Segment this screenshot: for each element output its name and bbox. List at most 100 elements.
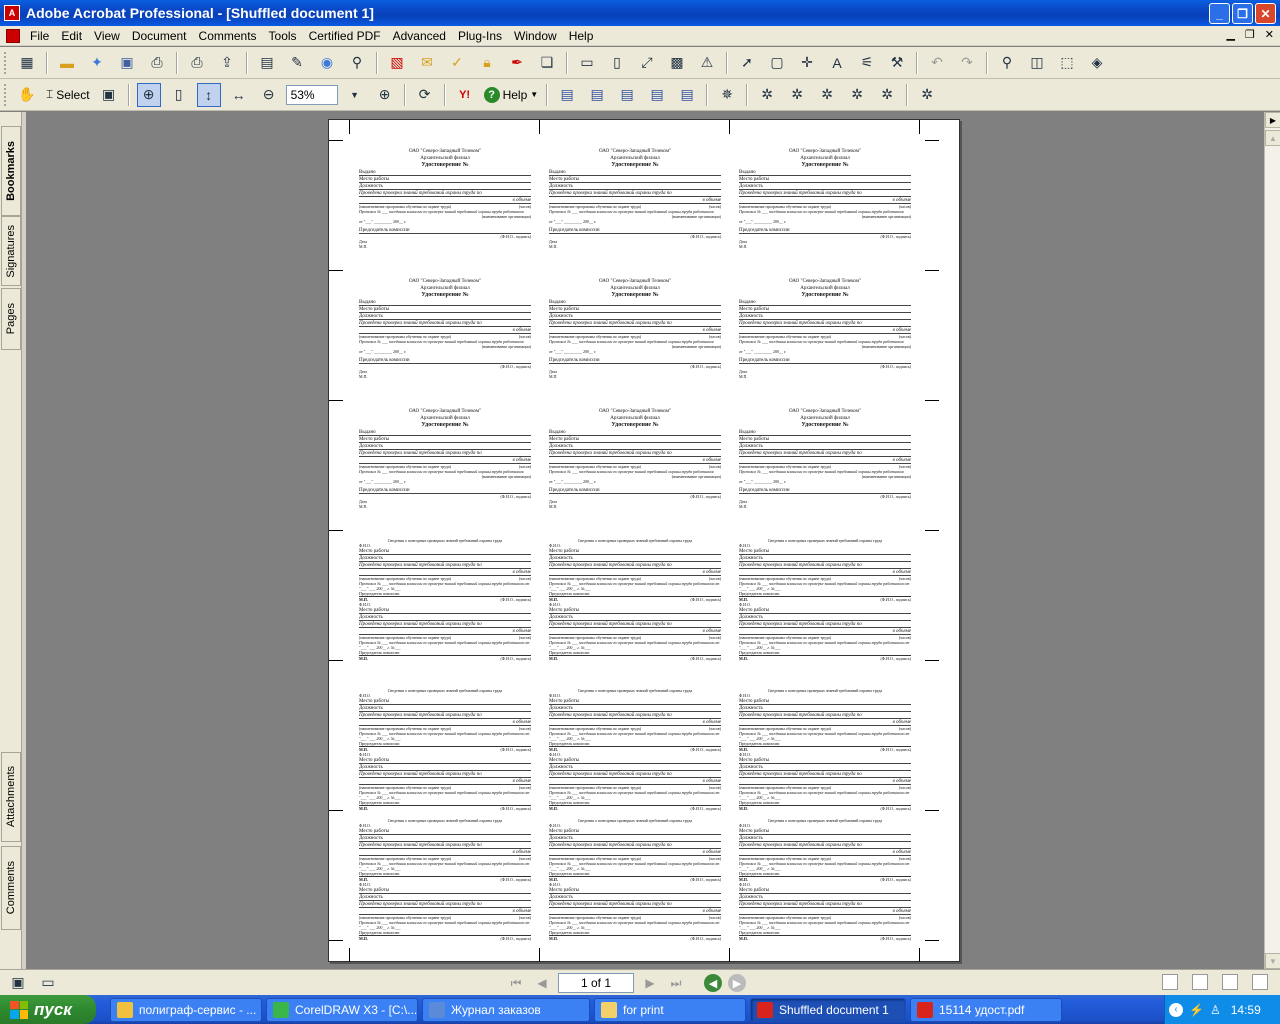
- menu-advanced[interactable]: Advanced: [387, 29, 452, 43]
- last-page-icon[interactable]: ⏭: [666, 973, 686, 993]
- create-pdf-icon[interactable]: ▦: [15, 51, 39, 75]
- menu-file[interactable]: File: [24, 29, 55, 43]
- layers-icon[interactable]: ◫: [1025, 51, 1049, 75]
- document-icon[interactable]: ▤: [255, 51, 279, 75]
- page-size-icon[interactable]: ▣: [6, 971, 30, 995]
- actual-size-icon[interactable]: ▯: [167, 83, 191, 107]
- organizer-icon[interactable]: ✦: [85, 51, 109, 75]
- create-from-file-icon[interactable]: ▧: [385, 51, 409, 75]
- taskbar-task[interactable]: полиграф-сервис - ...: [110, 997, 262, 1022]
- preflight-icon[interactable]: ◈: [1085, 51, 1109, 75]
- save-icon[interactable]: ▣: [115, 51, 139, 75]
- maximize-button[interactable]: ❐: [1232, 3, 1253, 24]
- warning-icon[interactable]: ⚠: [695, 51, 719, 75]
- user-icon[interactable]: ♙: [1210, 1003, 1221, 1017]
- rotate-page-icon[interactable]: ⟳: [413, 83, 437, 107]
- minimize-button[interactable]: _: [1209, 3, 1230, 24]
- scroll-down-icon[interactable]: ▼: [1265, 953, 1280, 969]
- email-icon[interactable]: ◉: [315, 51, 339, 75]
- menu-document[interactable]: Document: [126, 29, 193, 43]
- pdf-page-3-icon[interactable]: ▤: [615, 83, 639, 107]
- undo-icon[interactable]: ↶: [925, 51, 949, 75]
- menu-plug-ins[interactable]: Plug-Ins: [452, 29, 508, 43]
- arrow-tool-icon[interactable]: ➚: [735, 51, 759, 75]
- taskbar-task[interactable]: Shuffled document 1: [750, 997, 906, 1022]
- menu-view[interactable]: View: [88, 29, 126, 43]
- acrobat-app-icon[interactable]: A: [4, 5, 20, 21]
- page-number-field[interactable]: 1 of 1: [558, 973, 634, 993]
- toolbar-grip[interactable]: [4, 83, 8, 106]
- vertical-scrollbar[interactable]: ▶ ▲ ▼: [1264, 112, 1280, 969]
- review-icon[interactable]: ✉: [415, 51, 439, 75]
- next-view-icon[interactable]: ▶: [728, 974, 746, 992]
- select-tool-button[interactable]: ⌶ Select: [42, 87, 94, 102]
- previous-view-icon[interactable]: ◀: [704, 974, 722, 992]
- plugin-1-icon[interactable]: ✲: [755, 83, 779, 107]
- taskbar-task[interactable]: CorelDRAW X3 - [C:\...: [266, 997, 418, 1022]
- start-button[interactable]: пуск: [0, 995, 96, 1024]
- tab-bookmarks[interactable]: Bookmarks: [1, 126, 21, 216]
- page-icon[interactable]: ▯: [605, 51, 629, 75]
- taskbar-task[interactable]: 15114 удост.pdf: [910, 997, 1062, 1022]
- find-icon[interactable]: ⚲: [345, 51, 369, 75]
- snapshot-icon[interactable]: ▣: [97, 83, 121, 107]
- next-page-icon[interactable]: ▶: [640, 973, 660, 993]
- fit-page-icon[interactable]: ↕: [196, 82, 221, 107]
- doc-restore-icon[interactable]: ❐: [1245, 28, 1255, 41]
- menu-edit[interactable]: Edit: [55, 29, 88, 43]
- zoom-plus-icon[interactable]: ⊕: [373, 83, 397, 107]
- menu-certified-pdf[interactable]: Certified PDF: [303, 29, 387, 43]
- page-thumb-icon[interactable]: ▭: [36, 971, 60, 995]
- document-menu-icon[interactable]: [6, 28, 20, 43]
- fit-icon[interactable]: ⤢: [635, 51, 659, 75]
- toolbar-grip[interactable]: [4, 51, 8, 74]
- plugin-6-icon[interactable]: ✲: [915, 83, 939, 107]
- search-doc-icon[interactable]: ⚲: [995, 51, 1019, 75]
- pdf-page-1-icon[interactable]: ▤: [555, 83, 579, 107]
- tab-comments[interactable]: Comments: [1, 846, 21, 930]
- measure-icon[interactable]: ⚟: [855, 51, 879, 75]
- redo-icon[interactable]: ↷: [955, 51, 979, 75]
- menu-comments[interactable]: Comments: [193, 29, 263, 43]
- taskbar-task[interactable]: Журнал заказов: [422, 997, 590, 1022]
- tray-expand-icon[interactable]: ‹: [1169, 1002, 1183, 1017]
- sign-pen-icon[interactable]: ✒: [505, 51, 529, 75]
- doc-close-icon[interactable]: ✕: [1265, 28, 1274, 41]
- help-button[interactable]: ? Help ▼: [480, 86, 543, 103]
- pdf-page-2-icon[interactable]: ▤: [585, 83, 609, 107]
- tab-attachments[interactable]: Attachments: [1, 752, 21, 842]
- doc-minimize-icon[interactable]: ▁: [1226, 28, 1234, 41]
- facing-layout-icon[interactable]: [1222, 974, 1238, 990]
- yahoo-icon[interactable]: Y!: [453, 83, 477, 107]
- print-preview-icon[interactable]: ⎙: [185, 51, 209, 75]
- pages-icon[interactable]: ❏: [535, 51, 559, 75]
- menu-tools[interactable]: Tools: [263, 29, 303, 43]
- plugin-5-icon[interactable]: ✲: [875, 83, 899, 107]
- hand-tool-icon[interactable]: ✋: [15, 83, 39, 107]
- open-folder-icon[interactable]: ▬: [55, 51, 79, 75]
- attach-icon[interactable]: ✎: [285, 51, 309, 75]
- tab-signatures[interactable]: Signatures: [1, 216, 21, 286]
- menu-window[interactable]: Window: [508, 29, 563, 43]
- checker-icon[interactable]: ▩: [665, 51, 689, 75]
- close-button[interactable]: ✕: [1255, 3, 1276, 24]
- zoom-out-icon[interactable]: ⊖: [257, 83, 281, 107]
- zoom-dropdown-icon[interactable]: ▼: [343, 83, 367, 107]
- tab-pages[interactable]: Pages: [1, 288, 21, 350]
- pdf-page-4-icon[interactable]: ▤: [645, 83, 669, 107]
- crop-icon[interactable]: ⬚: [1055, 51, 1079, 75]
- plugin-4-icon[interactable]: ✲: [845, 83, 869, 107]
- options-arrow-icon[interactable]: ▶: [1265, 112, 1280, 128]
- secure-lock-icon[interactable]: 🔒︎: [475, 51, 499, 75]
- network-icon[interactable]: ⚡: [1189, 1003, 1204, 1017]
- zoom-in-tool-icon[interactable]: ⊕: [136, 82, 161, 107]
- taskbar-task[interactable]: for print: [594, 997, 746, 1022]
- form-field-icon[interactable]: ▭: [575, 51, 599, 75]
- rectangle-tool-icon[interactable]: ▢: [765, 51, 789, 75]
- single-page-layout-icon[interactable]: [1162, 974, 1178, 990]
- previous-page-icon[interactable]: ◀: [532, 973, 552, 993]
- pdf-page[interactable]: ОАО "Северо-Западный Телеком" Архангельск…: [328, 119, 960, 962]
- document-area[interactable]: ОАО "Северо-Западный Телеком" Архангельск…: [26, 112, 1264, 969]
- text-tool-icon[interactable]: A: [825, 51, 849, 75]
- menu-help[interactable]: Help: [563, 29, 600, 43]
